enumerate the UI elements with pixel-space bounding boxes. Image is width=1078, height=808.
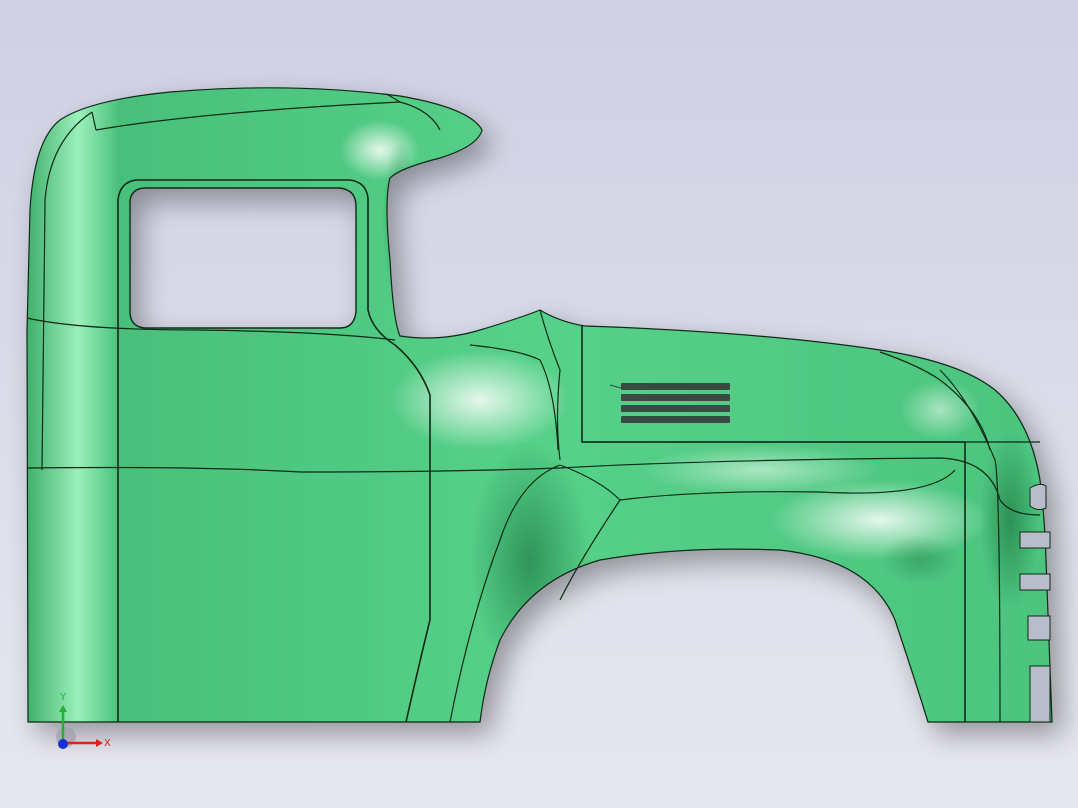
z-axis-dot	[58, 739, 68, 749]
y-axis-label: Y	[59, 692, 67, 703]
cad-viewport[interactable]: X Y	[0, 0, 1078, 808]
3d-scene[interactable]: X Y	[0, 0, 1078, 808]
x-axis-label: X	[104, 738, 111, 749]
